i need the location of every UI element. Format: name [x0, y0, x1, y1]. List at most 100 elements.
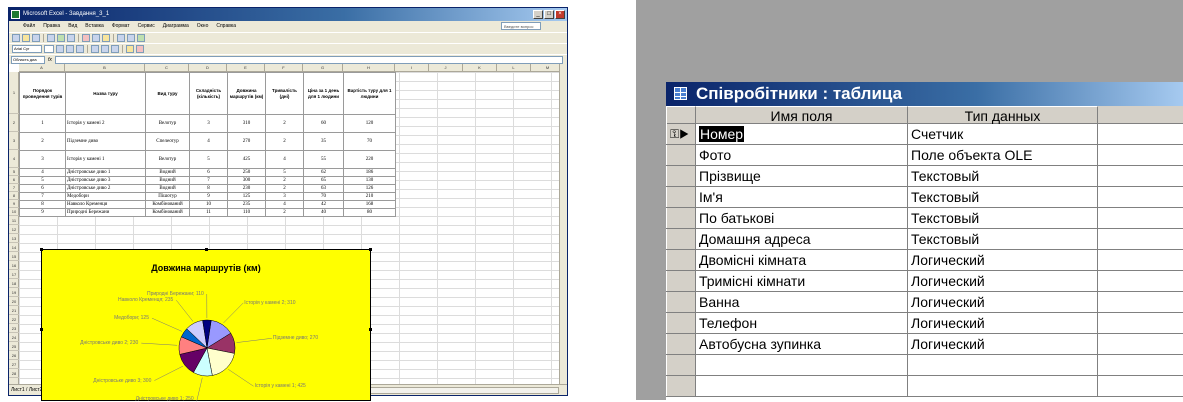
- table-cell[interactable]: 230: [228, 185, 266, 193]
- table-cell[interactable]: Історія у камені 2: [66, 115, 146, 133]
- row-selector[interactable]: [666, 250, 696, 270]
- table-cell[interactable]: 3: [20, 151, 66, 169]
- row-selector[interactable]: [666, 271, 696, 291]
- description-cell[interactable]: [1098, 145, 1183, 165]
- data-label[interactable]: Дністровське диво 3; 300: [93, 378, 151, 384]
- data-type-cell[interactable]: Логический: [908, 292, 1098, 312]
- row-header[interactable]: 20: [9, 297, 19, 306]
- data-type-cell[interactable]: [908, 355, 1098, 375]
- table-cell[interactable]: 125: [228, 193, 266, 201]
- table-cell[interactable]: Водний: [146, 169, 190, 177]
- table-cell[interactable]: 235: [228, 201, 266, 209]
- description-cell[interactable]: [1098, 187, 1183, 207]
- data-label[interactable]: Природні Бережани; 110: [147, 291, 204, 297]
- table-cell[interactable]: 62: [304, 169, 344, 177]
- table-cell[interactable]: 2: [20, 133, 66, 151]
- cut-icon[interactable]: [82, 34, 90, 42]
- table-cell[interactable]: 5: [266, 169, 304, 177]
- table-cell[interactable]: 2: [266, 177, 304, 185]
- table-cell[interactable]: 168: [344, 201, 396, 209]
- field-name-cell[interactable]: Ім'я: [696, 187, 908, 207]
- column-header[interactable]: J: [429, 64, 463, 72]
- column-header[interactable]: I: [395, 64, 429, 72]
- column-header[interactable]: E: [227, 64, 265, 72]
- table-cell[interactable]: Дністровське диво 3: [66, 177, 146, 185]
- table-cell[interactable]: 8: [20, 201, 66, 209]
- table-cell[interactable]: 110: [228, 209, 266, 217]
- table-cell[interactable]: 9: [20, 209, 66, 217]
- column-header[interactable]: F: [265, 64, 303, 72]
- data-label[interactable]: Дністровське диво 2; 230: [80, 340, 138, 346]
- table-cell[interactable]: 186: [344, 169, 396, 177]
- design-grid[interactable]: Имя поля Тип данных ⚿▶НомерСчетчикФотоПо…: [666, 106, 1183, 400]
- data-type-cell[interactable]: Текстовый: [908, 166, 1098, 186]
- row-header[interactable]: 15: [9, 252, 19, 261]
- font-size-select[interactable]: [44, 45, 54, 53]
- field-name-cell[interactable]: По батькові: [696, 208, 908, 228]
- row-header[interactable]: 4: [9, 150, 19, 168]
- table-cell[interactable]: 70: [304, 193, 344, 201]
- field-row[interactable]: Автобусна зупинкаЛогический: [666, 334, 1183, 355]
- field-row[interactable]: ТелефонЛогический: [666, 313, 1183, 334]
- table-cell[interactable]: 300: [228, 177, 266, 185]
- field-row[interactable]: [666, 376, 1183, 397]
- row-selector[interactable]: [666, 229, 696, 249]
- table-cell[interactable]: Велотур: [146, 115, 190, 133]
- pie-chart[interactable]: Довжина маршрутів (км) Історія у камені …: [41, 249, 371, 401]
- data-type-cell[interactable]: Счетчик: [908, 124, 1098, 144]
- table-cell[interactable]: Водний: [146, 185, 190, 193]
- table-cell[interactable]: 35: [304, 133, 344, 151]
- field-row[interactable]: [666, 355, 1183, 376]
- table-cell[interactable]: 220: [344, 151, 396, 169]
- data-label[interactable]: Підземне диво; 270: [273, 335, 318, 341]
- table-cell[interactable]: 6: [20, 185, 66, 193]
- table-cell[interactable]: Комбінований: [146, 201, 190, 209]
- menu-item-edit[interactable]: Правка: [43, 21, 60, 32]
- description-cell[interactable]: [1098, 376, 1183, 396]
- table-cell[interactable]: Комбінований: [146, 209, 190, 217]
- row-selector[interactable]: [666, 376, 696, 396]
- align-right-icon[interactable]: [111, 45, 119, 53]
- field-name-cell[interactable]: Телефон: [696, 313, 908, 333]
- data-label[interactable]: Історія у камені 1; 425: [255, 383, 306, 389]
- spelling-icon[interactable]: [67, 34, 75, 42]
- header-cell[interactable]: Складність (кількість): [190, 73, 228, 115]
- row-header[interactable]: 12: [9, 225, 19, 234]
- table-cell[interactable]: Медобори: [66, 193, 146, 201]
- font-color-icon[interactable]: [136, 45, 144, 53]
- field-row[interactable]: Ім'яТекстовый: [666, 187, 1183, 208]
- menu-item-file[interactable]: Файл: [23, 21, 35, 32]
- row-header[interactable]: 26: [9, 351, 19, 360]
- print-icon[interactable]: [47, 34, 55, 42]
- table-cell[interactable]: 63: [304, 185, 344, 193]
- table-cell[interactable]: 250: [228, 169, 266, 177]
- column-header[interactable]: G: [303, 64, 343, 72]
- table-cell[interactable]: 4: [190, 133, 228, 151]
- pie-plot[interactable]: [42, 250, 372, 402]
- formula-input[interactable]: [55, 56, 563, 64]
- row-header[interactable]: 13: [9, 234, 19, 243]
- table-cell[interactable]: 126: [344, 185, 396, 193]
- table-cell[interactable]: Природні Бережани: [66, 209, 146, 217]
- row-header[interactable]: 25: [9, 342, 19, 351]
- undo-icon[interactable]: [117, 34, 125, 42]
- table-cell[interactable]: 11: [190, 209, 228, 217]
- field-name-cell[interactable]: Фото: [696, 145, 908, 165]
- field-name-cell[interactable]: Прізвище: [696, 166, 908, 186]
- description-cell[interactable]: [1098, 229, 1183, 249]
- field-name-cell[interactable]: Тримісні кімнати: [696, 271, 908, 291]
- table-cell[interactable]: 130: [344, 177, 396, 185]
- bold-icon[interactable]: [56, 45, 64, 53]
- row-header[interactable]: 17: [9, 270, 19, 279]
- row-header[interactable]: 1: [9, 72, 19, 114]
- row-header[interactable]: 27: [9, 360, 19, 369]
- row-header[interactable]: 28: [9, 369, 19, 378]
- row-header[interactable]: 23: [9, 324, 19, 333]
- header-cell[interactable]: Довжина маршрутів (км): [228, 73, 266, 115]
- table-cell[interactable]: 42: [304, 201, 344, 209]
- name-box[interactable]: Область диа: [11, 56, 45, 64]
- table-cell[interactable]: 3: [190, 115, 228, 133]
- field-row[interactable]: ⚿▶НомерСчетчик: [666, 124, 1183, 145]
- description-cell[interactable]: [1098, 334, 1183, 354]
- row-header[interactable]: 21: [9, 306, 19, 315]
